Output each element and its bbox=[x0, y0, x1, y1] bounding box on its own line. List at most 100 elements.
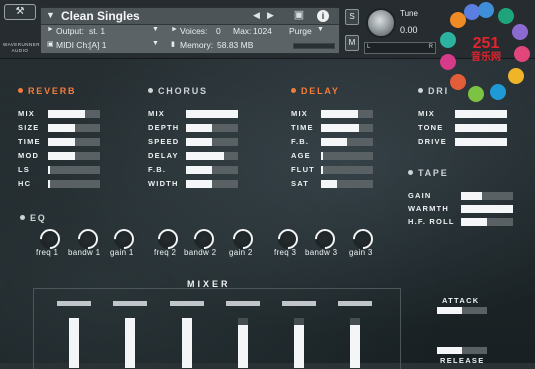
chorus-param-label-4: F.B. bbox=[148, 165, 167, 174]
badge-petal bbox=[464, 4, 480, 20]
eq-knob-label-0: freq 1 bbox=[36, 248, 59, 257]
tape-param-slider-1[interactable] bbox=[461, 205, 513, 213]
drive-section-title[interactable]: DRI bbox=[418, 86, 449, 96]
drive-title-text: DRI bbox=[428, 86, 449, 96]
purge-dropdown-icon[interactable]: ▼ bbox=[317, 26, 324, 33]
delay-param-slider-2[interactable] bbox=[321, 138, 373, 146]
badge-petal bbox=[490, 84, 506, 100]
tape-param-slider-2[interactable] bbox=[461, 218, 513, 226]
chorus-param-slider-2[interactable] bbox=[186, 138, 238, 146]
delay-param-label-1: TIME bbox=[291, 123, 314, 132]
delay-param-slider-4[interactable] bbox=[321, 166, 373, 174]
tape-section-title[interactable]: TAPE bbox=[408, 168, 449, 178]
eq-section-title[interactable]: EQ bbox=[20, 213, 47, 223]
info-icon[interactable]: i bbox=[317, 10, 329, 22]
watermark-badge: 251 音乐网 bbox=[440, 2, 532, 106]
tape-param-fill-1 bbox=[461, 205, 513, 213]
chorus-param-label-1: DEPTH bbox=[148, 123, 180, 132]
tape-param-label-0: GAIN bbox=[408, 191, 432, 200]
tape-power-icon[interactable] bbox=[408, 170, 413, 175]
chorus-param-slider-5[interactable] bbox=[186, 180, 238, 188]
delay-param-label-5: SAT bbox=[291, 179, 310, 188]
delay-param-fill-0 bbox=[321, 110, 358, 118]
delay-param-slider-5[interactable] bbox=[321, 180, 373, 188]
chorus-param-slider-4[interactable] bbox=[186, 166, 238, 174]
chorus-param-slider-1[interactable] bbox=[186, 124, 238, 132]
delay-power-icon[interactable] bbox=[291, 88, 296, 93]
tune-knob[interactable] bbox=[366, 8, 396, 38]
drive-param-fill-0 bbox=[455, 110, 507, 118]
chorus-param-slider-3[interactable] bbox=[186, 152, 238, 160]
purge-button[interactable]: Purge bbox=[289, 26, 312, 36]
chorus-param-fill-0 bbox=[186, 110, 238, 118]
brand-text: WAVERUNNER AUDIO bbox=[3, 42, 41, 53]
midi-dropdown-icon[interactable]: ▼ bbox=[152, 40, 159, 47]
reverb-param-slider-0[interactable] bbox=[48, 110, 100, 118]
camera-icon[interactable]: ▣ bbox=[291, 9, 307, 22]
delay-param-slider-0[interactable] bbox=[321, 110, 373, 118]
voices-arrow-icon: ► bbox=[171, 26, 178, 33]
max-voices-value[interactable]: 1024 bbox=[253, 26, 272, 36]
release-slider[interactable] bbox=[437, 347, 487, 354]
tape-title-text: TAPE bbox=[418, 168, 449, 178]
reverb-param-slider-3[interactable] bbox=[48, 152, 100, 160]
mixer-fader-0[interactable] bbox=[69, 318, 79, 368]
previous-instrument-icon[interactable]: ◀ bbox=[253, 10, 260, 21]
release-label: RELEASE bbox=[440, 356, 485, 365]
tape-param-fill-0 bbox=[461, 192, 482, 200]
next-instrument-icon[interactable]: ▶ bbox=[267, 10, 274, 21]
midi-icon: ▣ bbox=[47, 41, 54, 48]
wrench-icon[interactable]: ⚒ bbox=[4, 4, 36, 20]
mixer-channel-cap-2[interactable] bbox=[170, 301, 204, 306]
tape-param-slider-0[interactable] bbox=[461, 192, 513, 200]
output-dropdown-icon[interactable]: ▼ bbox=[152, 26, 159, 33]
reverb-param-slider-5[interactable] bbox=[48, 180, 100, 188]
delay-param-label-3: AGE bbox=[291, 151, 311, 160]
tape-param-fill-2 bbox=[461, 218, 487, 226]
eq-title-text: EQ bbox=[30, 213, 47, 223]
drive-param-slider-1[interactable] bbox=[455, 124, 507, 132]
drive-param-slider-2[interactable] bbox=[455, 138, 507, 146]
eq-power-icon[interactable] bbox=[20, 215, 25, 220]
instrument-name[interactable]: Clean Singles bbox=[61, 9, 140, 23]
mixer-fader-5[interactable] bbox=[350, 318, 360, 368]
pan-slider[interactable]: L R bbox=[364, 42, 436, 54]
chorus-power-icon[interactable] bbox=[148, 88, 153, 93]
reverb-param-slider-4[interactable] bbox=[48, 166, 100, 174]
midi-row: ▣ MIDI Ch: [A] 1 ▼ ▮ Memory: 58.83 MB bbox=[41, 39, 339, 52]
chorus-param-slider-0[interactable] bbox=[186, 110, 238, 118]
mixer-channel-cap-3[interactable] bbox=[226, 301, 260, 306]
drive-power-icon[interactable] bbox=[418, 88, 423, 93]
delay-section-title[interactable]: DELAY bbox=[291, 86, 340, 96]
chorus-section-title[interactable]: CHORUS bbox=[148, 86, 208, 96]
mixer-channel-cap-1[interactable] bbox=[113, 301, 147, 306]
output-value[interactable]: st. 1 bbox=[89, 26, 105, 36]
mute-button[interactable]: M bbox=[345, 35, 359, 51]
instrument-menu-icon[interactable]: ▼ bbox=[46, 10, 55, 20]
reverb-param-slider-2[interactable] bbox=[48, 138, 100, 146]
mixer-channel-cap-0[interactable] bbox=[57, 301, 91, 306]
reverb-param-fill-1 bbox=[48, 124, 75, 132]
delay-param-label-2: F.B. bbox=[291, 137, 310, 146]
solo-button[interactable]: S bbox=[345, 9, 359, 25]
reverb-param-slider-1[interactable] bbox=[48, 124, 100, 132]
delay-param-fill-2 bbox=[321, 138, 347, 146]
chorus-title-text: CHORUS bbox=[158, 86, 208, 96]
mixer-channel-cap-5[interactable] bbox=[338, 301, 372, 306]
max-voices-label: Max: bbox=[233, 26, 252, 36]
delay-param-slider-1[interactable] bbox=[321, 124, 373, 132]
drive-param-slider-0[interactable] bbox=[455, 110, 507, 118]
midi-channel-value[interactable]: [A] 1 bbox=[89, 40, 106, 50]
reverb-param-label-3: MOD bbox=[18, 151, 40, 160]
attack-slider[interactable] bbox=[437, 307, 487, 314]
mixer-channel-cap-4[interactable] bbox=[282, 301, 316, 306]
mixer-fader-3[interactable] bbox=[238, 318, 248, 368]
mixer-fader-4[interactable] bbox=[294, 318, 304, 368]
reverb-power-icon[interactable] bbox=[18, 88, 23, 93]
mixer-fader-1[interactable] bbox=[125, 318, 135, 368]
memory-icon: ▮ bbox=[171, 41, 175, 48]
badge-petal bbox=[478, 2, 494, 18]
reverb-section-title[interactable]: REVERB bbox=[18, 86, 76, 96]
delay-param-slider-3[interactable] bbox=[321, 152, 373, 160]
mixer-fader-2[interactable] bbox=[182, 318, 192, 368]
